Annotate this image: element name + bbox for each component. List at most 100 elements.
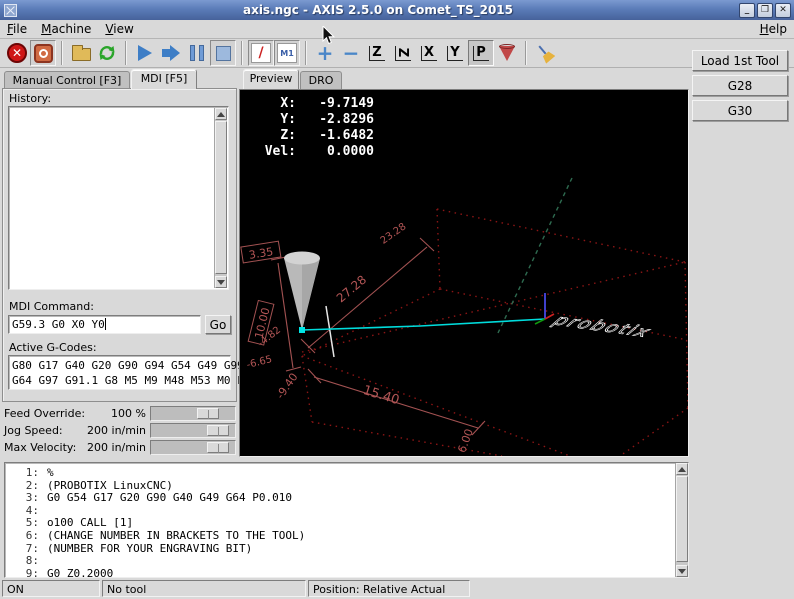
machine-state-cell: ON <box>2 580 100 597</box>
menu-bar: File Machine View Help <box>0 20 794 39</box>
load-1st-tool-button[interactable]: Load 1st Tool <box>692 50 788 71</box>
estop-icon[interactable]: ✕ <box>4 40 30 66</box>
tool-status-cell: No tool <box>102 580 306 597</box>
jog-speed-label: Jog Speed: <box>4 424 63 437</box>
mdi-history-list[interactable] <box>8 106 229 290</box>
gcode-line[interactable]: 1:% <box>5 467 688 480</box>
g28-button[interactable]: G28 <box>692 75 788 96</box>
stop-icon[interactable] <box>210 40 236 66</box>
view-top-icon[interactable]: Z <box>364 40 390 66</box>
slider-thumb[interactable] <box>207 442 229 453</box>
mdi-command-label: MDI Command: <box>9 300 94 313</box>
scroll-up-icon[interactable] <box>676 463 688 475</box>
history-scrollbar[interactable] <box>214 108 227 288</box>
gcode-line[interactable]: 3:G0 G54 G17 G20 G90 G40 G49 G64 P0.010 <box>5 492 688 505</box>
toggle-optional-pause-icon[interactable]: M1 <box>274 40 300 66</box>
view-side-icon[interactable]: X <box>416 40 442 66</box>
go-button[interactable]: Go <box>205 315 231 334</box>
view-front-icon[interactable]: Y <box>442 40 468 66</box>
gcode-line[interactable]: 8: <box>5 555 688 568</box>
text-caret <box>105 318 106 330</box>
preview-canvas[interactable]: X:-9.7149 Y:-2.8296 Z:-1.6482 Vel:0.0000 <box>239 89 689 457</box>
menu-view[interactable]: View <box>98 20 140 38</box>
close-icon[interactable]: ✕ <box>775 3 791 18</box>
jog-speed-slider[interactable] <box>150 423 236 438</box>
toolbar-separator <box>61 41 63 65</box>
max-velocity-row: Max Velocity: 200 in/min <box>4 440 236 455</box>
slider-thumb[interactable] <box>197 408 219 419</box>
scrollbar-thumb[interactable] <box>676 476 688 562</box>
rotate-view-icon[interactable] <box>494 40 520 66</box>
mdi-command-input[interactable]: G59.3 G0 X0 Y0 <box>8 315 201 334</box>
reload-icon[interactable] <box>94 40 120 66</box>
tool-cone <box>284 252 320 331</box>
active-gcodes-label: Active G-Codes: <box>9 341 97 354</box>
preview-3d-scene: 3.35 10.00 27.28 23.28 -4.82 -6.65 -9.40… <box>240 90 688 456</box>
feed-override-label: Feed Override: <box>4 407 85 420</box>
toolbar-separator <box>125 41 127 65</box>
gcode-listing[interactable]: 1:% 2:(PROBOTIX LinuxCNC) 3:G0 G54 G17 G… <box>4 462 689 578</box>
history-label: History: <box>9 92 51 105</box>
gcode-line[interactable]: 7:(NUMBER FOR YOUR ENGRAVING BIT) <box>5 543 688 556</box>
dim-neg-6-65: -6.65 <box>246 354 274 371</box>
dim-neg-9-40: -9.40 <box>274 371 301 402</box>
jog-speed-row: Jog Speed: 200 in/min <box>4 423 236 438</box>
slider-thumb[interactable] <box>207 425 229 436</box>
title-bar[interactable]: axis.ngc - AXIS 2.5.0 on Comet_TS_2015 _… <box>0 0 794 20</box>
engraving-toolpath-text: probotix <box>548 312 656 341</box>
maximize-icon[interactable]: ❐ <box>757 3 773 18</box>
toolbar-separator <box>305 41 307 65</box>
toolpath-line <box>302 319 545 330</box>
gcode-line[interactable]: 9:G0 Z0.2000 <box>5 568 688 578</box>
dim-15-40: 15.40 <box>361 383 401 408</box>
scroll-down-icon[interactable] <box>215 276 227 288</box>
tool-position-marker <box>299 327 305 333</box>
step-icon[interactable] <box>158 40 184 66</box>
tab-dro[interactable]: DRO <box>300 71 342 89</box>
toolbar: ✕ / M1 + − Z Z X Y P <box>0 39 794 68</box>
position-mode-cell: Position: Relative Actual <box>308 580 470 597</box>
feed-override-value: 100 % <box>111 407 146 420</box>
toolbar-separator <box>525 41 527 65</box>
scroll-up-icon[interactable] <box>215 108 227 120</box>
open-file-icon[interactable] <box>68 40 94 66</box>
active-gcodes-line1: G80 G17 G40 G20 G90 G94 G54 G49 G99 <box>12 358 230 373</box>
rapid-move-line <box>498 178 572 333</box>
feed-override-row: Feed Override: 100 % <box>4 406 236 421</box>
max-velocity-label: Max Velocity: <box>4 441 76 454</box>
active-gcodes-box: G80 G17 G40 G20 G90 G94 G54 G49 G99 G64 … <box>8 355 231 390</box>
tab-preview[interactable]: Preview <box>243 69 299 89</box>
window-icon <box>4 4 17 17</box>
toolbar-separator <box>241 41 243 65</box>
g30-button[interactable]: G30 <box>692 100 788 121</box>
max-velocity-value: 200 in/min <box>87 441 146 454</box>
toggle-skip-lines-icon[interactable]: / <box>248 40 274 66</box>
tab-mdi[interactable]: MDI [F5] <box>131 69 197 89</box>
dimension-labels: 3.35 10.00 27.28 23.28 -4.82 -6.65 -9.40… <box>241 221 476 454</box>
window-title: axis.ngc - AXIS 2.5.0 on Comet_TS_2015 <box>17 3 739 17</box>
scroll-down-icon[interactable] <box>676 565 688 577</box>
tab-manual-control[interactable]: Manual Control [F3] <box>4 71 130 89</box>
max-velocity-slider[interactable] <box>150 440 236 455</box>
view-rotated-top-icon[interactable]: Z <box>390 40 416 66</box>
active-gcodes-line2: G64 G97 G91.1 G8 M5 M9 M48 M53 M0 F0 <box>12 373 230 388</box>
zoom-out-icon[interactable]: − <box>338 40 364 66</box>
menu-help[interactable]: Help <box>753 20 794 38</box>
minimize-icon[interactable]: _ <box>739 3 755 18</box>
run-icon[interactable] <box>132 40 158 66</box>
menu-file[interactable]: File <box>0 20 34 38</box>
machine-power-icon[interactable] <box>30 40 56 66</box>
view-perspective-icon[interactable]: P <box>468 40 494 66</box>
gcode-line[interactable]: 6:(CHANGE NUMBER IN BRACKETS TO THE TOOL… <box>5 530 688 543</box>
dim-3-35: 3.35 <box>248 245 274 262</box>
gcode-scrollbar[interactable] <box>675 463 688 577</box>
feed-override-slider[interactable] <box>150 406 236 421</box>
mdi-command-text: G59.3 G0 X0 Y0 <box>12 318 105 331</box>
pause-icon[interactable] <box>184 40 210 66</box>
jog-speed-value: 200 in/min <box>87 424 146 437</box>
scrollbar-thumb[interactable] <box>215 121 227 274</box>
clear-plot-icon[interactable] <box>532 40 558 66</box>
mouse-cursor <box>322 26 336 46</box>
menu-machine[interactable]: Machine <box>34 20 98 38</box>
status-bar: ON No tool Position: Relative Actual <box>0 579 794 599</box>
